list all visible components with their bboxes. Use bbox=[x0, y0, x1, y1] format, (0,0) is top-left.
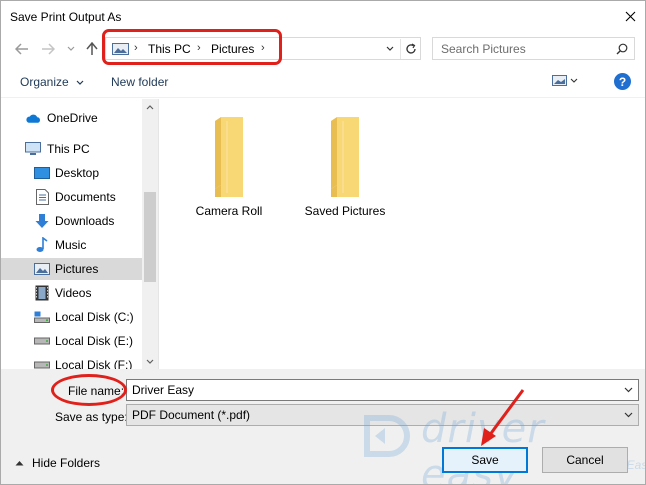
sidebar-item-label: Desktop bbox=[55, 166, 100, 180]
breadcrumb-separator[interactable]: › bbox=[134, 42, 138, 54]
desktop-icon bbox=[34, 165, 50, 181]
sidebar-item-videos[interactable]: Videos bbox=[1, 282, 142, 304]
save-button[interactable]: Save bbox=[442, 447, 528, 473]
sidebar-item-label: Local Disk (C:) bbox=[55, 310, 134, 324]
recent-locations-button[interactable] bbox=[63, 38, 79, 60]
folder-icon bbox=[331, 117, 359, 197]
documents-icon bbox=[34, 189, 50, 205]
pictures-icon bbox=[34, 261, 50, 277]
window-title: Save Print Output As bbox=[10, 10, 122, 24]
folder-item-saved-pictures[interactable]: Saved Pictures bbox=[295, 115, 395, 218]
hide-folders-label: Hide Folders bbox=[32, 456, 101, 470]
hide-folders-button[interactable]: Hide Folders bbox=[15, 456, 100, 470]
breadcrumb-pictures[interactable]: Pictures bbox=[211, 42, 254, 56]
refresh-button[interactable] bbox=[400, 39, 420, 59]
sidebar-item-label: Local Disk (E:) bbox=[55, 334, 134, 348]
address-dropdown-button[interactable] bbox=[381, 40, 399, 58]
search-box[interactable]: Search Pictures bbox=[432, 37, 635, 60]
file-name-dropdown-button[interactable] bbox=[621, 383, 635, 397]
file-list: Camera Roll Saved Pictures bbox=[159, 99, 645, 369]
save-dialog: Save Print Output As › This PC › Picture… bbox=[0, 0, 646, 485]
search-icon bbox=[616, 43, 628, 58]
save-type-dropdown-button[interactable] bbox=[621, 408, 635, 422]
folder-item-camera-roll[interactable]: Camera Roll bbox=[179, 115, 279, 218]
pictures-icon bbox=[112, 43, 129, 58]
breadcrumb-separator[interactable]: › bbox=[197, 42, 201, 54]
help-icon: ? bbox=[618, 74, 627, 89]
chevron-down-icon bbox=[67, 46, 75, 51]
file-name-label: File name: bbox=[68, 384, 125, 398]
chevron-up-icon bbox=[15, 461, 24, 466]
chevron-down-icon bbox=[386, 46, 394, 51]
drive-icon bbox=[34, 333, 50, 349]
chevron-down-icon bbox=[146, 359, 154, 364]
refresh-icon bbox=[405, 43, 416, 54]
arrow-right-icon bbox=[42, 43, 55, 55]
onedrive-icon bbox=[25, 110, 41, 126]
close-button[interactable] bbox=[615, 1, 645, 31]
sidebar-item-downloads[interactable]: Downloads bbox=[1, 210, 142, 232]
scroll-thumb[interactable] bbox=[144, 192, 156, 282]
save-type-select[interactable]: PDF Document (*.pdf) bbox=[126, 404, 639, 426]
scroll-down-button[interactable] bbox=[142, 353, 158, 369]
arrow-left-icon bbox=[15, 43, 28, 55]
sidebar-item-label: Documents bbox=[55, 190, 116, 204]
save-type-value: PDF Document (*.pdf) bbox=[132, 408, 251, 422]
navigation-scrollbar[interactable] bbox=[142, 99, 158, 369]
folder-label: Camera Roll bbox=[195, 204, 263, 218]
sidebar-item-local-disk-f[interactable]: Local Disk (F:) bbox=[1, 354, 142, 369]
sidebar-item-label: Videos bbox=[55, 286, 92, 300]
organize-menu-button[interactable]: Organize bbox=[20, 75, 84, 89]
sidebar-item-pictures[interactable]: Pictures bbox=[1, 258, 142, 280]
sidebar-item-label: Downloads bbox=[55, 214, 115, 228]
music-icon bbox=[34, 237, 50, 253]
drive-icon bbox=[34, 357, 50, 369]
help-button[interactable]: ? bbox=[614, 73, 631, 90]
sidebar-item-this-pc[interactable]: This PC bbox=[1, 138, 142, 160]
scroll-up-button[interactable] bbox=[142, 99, 158, 115]
videos-icon bbox=[34, 285, 50, 301]
breadcrumb-separator[interactable]: › bbox=[261, 42, 265, 54]
back-button[interactable] bbox=[11, 38, 33, 60]
save-type-label: Save as type: bbox=[55, 410, 128, 424]
navigation-pane: OneDrive This PC Desktop Documents Downl… bbox=[1, 99, 158, 369]
sidebar-item-label: Music bbox=[55, 238, 87, 252]
view-icon bbox=[552, 75, 578, 86]
folder-icon bbox=[215, 117, 243, 197]
breadcrumb-this-pc[interactable]: This PC bbox=[148, 42, 191, 56]
organize-label: Organize bbox=[20, 75, 69, 89]
sidebar-item-local-disk-c[interactable]: Local Disk (C:) bbox=[1, 306, 142, 328]
change-view-button[interactable] bbox=[552, 74, 580, 91]
computer-icon bbox=[25, 141, 41, 157]
arrow-up-icon bbox=[86, 42, 98, 55]
title-bar: Save Print Output As bbox=[1, 1, 645, 32]
chevron-up-icon bbox=[146, 104, 154, 109]
chevron-down-icon bbox=[624, 412, 632, 418]
file-name-field[interactable]: Driver Easy bbox=[126, 379, 639, 401]
new-folder-button[interactable]: New folder bbox=[111, 75, 168, 89]
chevron-down-icon bbox=[76, 80, 84, 85]
cancel-button[interactable]: Cancel bbox=[542, 447, 628, 473]
navigation-bar: › This PC › Pictures › Search Pictures bbox=[1, 32, 645, 66]
sidebar-item-onedrive[interactable]: OneDrive bbox=[1, 107, 142, 129]
sidebar-item-documents[interactable]: Documents bbox=[1, 186, 142, 208]
drive-icon bbox=[34, 309, 50, 325]
sidebar-item-music[interactable]: Music bbox=[1, 234, 142, 256]
sidebar-item-label: Pictures bbox=[55, 262, 99, 276]
sidebar-item-label: This PC bbox=[47, 142, 90, 156]
forward-button[interactable] bbox=[37, 38, 59, 60]
download-icon bbox=[34, 213, 50, 229]
sidebar-item-label: Local Disk (F:) bbox=[55, 358, 133, 369]
address-bar[interactable]: › This PC › Pictures › bbox=[105, 37, 421, 60]
search-input[interactable]: Search Pictures bbox=[441, 42, 526, 56]
up-button[interactable] bbox=[83, 38, 101, 60]
sidebar-item-desktop[interactable]: Desktop bbox=[1, 162, 142, 184]
folder-label: Saved Pictures bbox=[304, 204, 386, 218]
sidebar-item-local-disk-e[interactable]: Local Disk (E:) bbox=[1, 330, 142, 352]
sidebar-item-label: OneDrive bbox=[47, 111, 98, 125]
chevron-down-icon bbox=[624, 387, 632, 393]
close-icon bbox=[625, 11, 635, 21]
file-name-input[interactable]: Driver Easy bbox=[132, 383, 194, 397]
command-bar: Organize New folder ? bbox=[1, 66, 645, 98]
